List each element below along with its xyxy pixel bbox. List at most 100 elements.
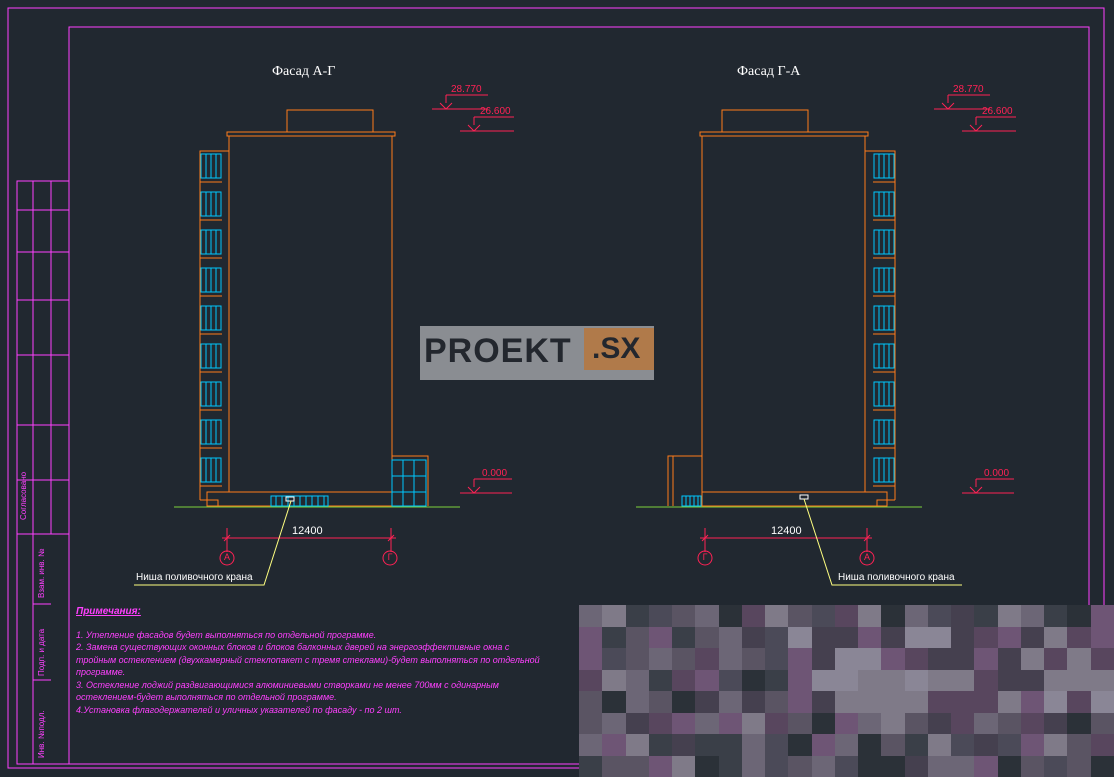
mosaic-cell <box>672 691 697 714</box>
mosaic-cell <box>1067 755 1092 777</box>
right-axis-right: А <box>863 552 870 562</box>
mosaic-cell <box>881 712 906 735</box>
mosaic-cell <box>741 669 767 692</box>
note-item: 4.Установка флагодержателей и уличных ук… <box>76 704 402 715</box>
left-dimension-value: 12400 <box>292 525 323 537</box>
mosaic-cell <box>602 626 627 649</box>
mosaic-cell <box>834 755 860 777</box>
right-facade-title: Фасад Г-А <box>737 64 801 79</box>
mosaic-cell <box>927 648 953 671</box>
mosaic-cell <box>672 605 697 628</box>
mosaic-cell <box>1020 669 1046 692</box>
mosaic-cell <box>811 755 836 777</box>
mosaic-cell <box>765 712 790 735</box>
mosaic-cell <box>672 755 697 777</box>
mosaic-cell <box>648 669 674 692</box>
mosaic-cell <box>881 648 906 671</box>
mosaic-cell <box>648 691 674 714</box>
mosaic-cell <box>695 755 720 777</box>
mosaic-cell <box>1067 669 1092 692</box>
mosaic-cell <box>1020 691 1046 714</box>
right-axis-left: Г <box>702 552 708 562</box>
mosaic-cell <box>718 648 743 671</box>
mosaic-cell <box>974 669 999 692</box>
mosaic-cell <box>974 626 999 649</box>
mosaic-cell <box>904 669 929 692</box>
mosaic-cell <box>997 669 1022 692</box>
mosaic-cell <box>858 712 883 735</box>
mosaic-cell <box>672 712 697 735</box>
mosaic-cell <box>1020 712 1046 735</box>
stamp-agreed: Согласовано <box>19 471 28 520</box>
left-callout-text: Ниша поливочного крана <box>136 572 253 583</box>
mosaic-cell <box>579 605 604 628</box>
note-item: 3. Остекление лоджий раздвигающимися алю… <box>76 679 499 703</box>
mosaic-cell <box>765 626 790 649</box>
mosaic-cell <box>579 626 604 649</box>
mosaic-cell <box>741 648 767 671</box>
mosaic-cell <box>695 648 720 671</box>
right-level-top: 28.770 <box>953 84 984 95</box>
mosaic-cell <box>788 712 813 735</box>
mosaic-cell <box>997 755 1022 777</box>
mosaic-cell <box>625 626 650 649</box>
mosaic-cell <box>858 648 883 671</box>
mosaic-cell <box>951 648 976 671</box>
left-facade-title: Фасад А-Г <box>272 64 336 79</box>
mosaic-cell <box>974 605 999 628</box>
mosaic-cell <box>625 712 650 735</box>
mosaic-cell <box>1020 734 1046 757</box>
mosaic-cell <box>974 712 999 735</box>
mosaic-cell <box>834 626 860 649</box>
right-facade-drawing <box>667 109 896 507</box>
mosaic-cell <box>1090 605 1114 628</box>
mosaic-cell <box>1020 626 1046 649</box>
mosaic-cell <box>951 626 976 649</box>
mosaic-cell <box>1044 712 1069 735</box>
mosaic-cell <box>602 712 627 735</box>
mosaic-cell <box>602 605 627 628</box>
pixelated-title-block <box>579 605 1114 777</box>
mosaic-cell <box>602 669 627 692</box>
mosaic-cell <box>927 626 953 649</box>
mosaic-cell <box>765 648 790 671</box>
mosaic-cell <box>834 691 860 714</box>
mosaic-cell <box>951 691 976 714</box>
mosaic-cell <box>1090 712 1114 735</box>
mosaic-cell <box>648 605 674 628</box>
mosaic-cell <box>974 734 999 757</box>
mosaic-cell <box>672 669 697 692</box>
mosaic-cell <box>672 626 697 649</box>
mosaic-cell <box>788 755 813 777</box>
mosaic-cell <box>625 669 650 692</box>
right-level-ground: 0.000 <box>984 468 1010 479</box>
mosaic-cell <box>997 648 1022 671</box>
mosaic-cell <box>951 605 976 628</box>
mosaic-cell <box>1067 648 1092 671</box>
mosaic-cell <box>951 734 976 757</box>
mosaic-cell <box>625 691 650 714</box>
left-facade-drawing <box>199 109 429 507</box>
left-axis-right: Г <box>387 552 393 562</box>
mosaic-cell <box>602 734 627 757</box>
mosaic-cell <box>811 605 836 628</box>
mosaic-cell <box>741 605 767 628</box>
left-axis-left: А <box>223 552 230 562</box>
mosaic-cell <box>881 691 906 714</box>
mosaic-cell <box>741 626 767 649</box>
left-level-marks <box>432 94 514 494</box>
mosaic-cell <box>765 691 790 714</box>
mosaic-cell <box>951 755 976 777</box>
mosaic-cell <box>625 755 650 777</box>
mosaic-cell <box>672 734 697 757</box>
mosaic-cell <box>1020 648 1046 671</box>
stamp-inv-vzam: Взам. инв. № <box>37 548 46 598</box>
mosaic-cell <box>834 669 860 692</box>
mosaic-cell <box>1090 755 1114 777</box>
mosaic-cell <box>718 626 743 649</box>
mosaic-cell <box>927 712 953 735</box>
mosaic-cell <box>1044 691 1069 714</box>
mosaic-cell <box>602 648 627 671</box>
mosaic-cell <box>881 626 906 649</box>
mosaic-cell <box>1090 734 1114 757</box>
